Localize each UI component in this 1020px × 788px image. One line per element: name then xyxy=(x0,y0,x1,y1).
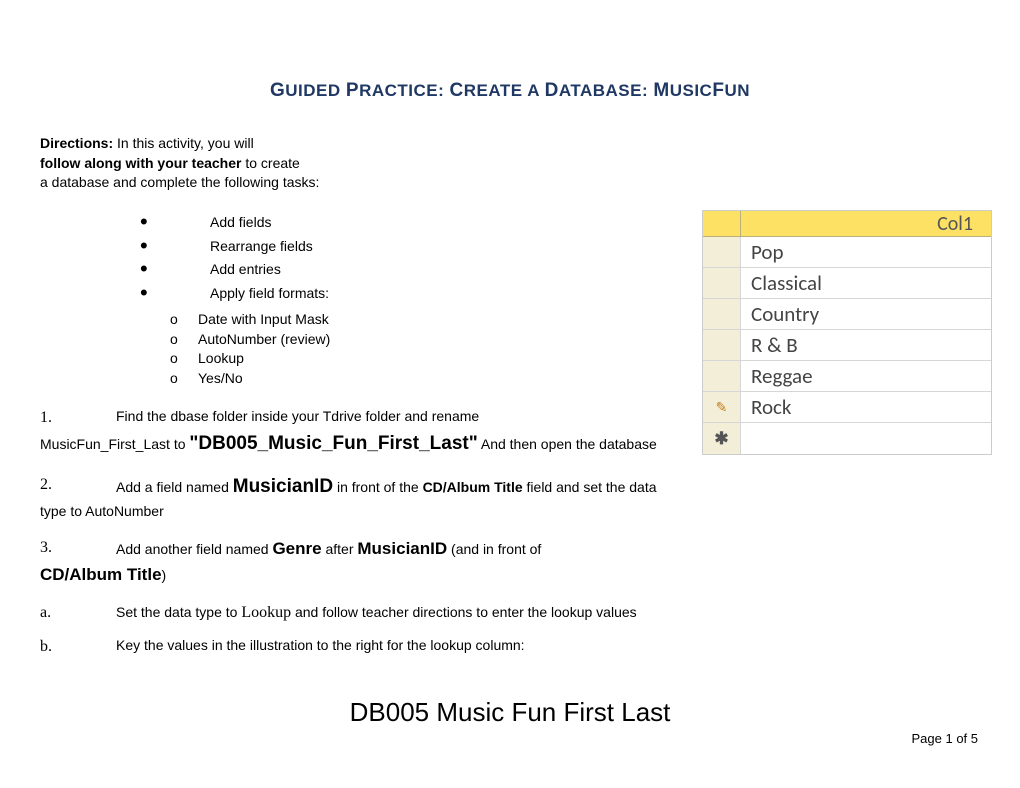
bullet-icon: • xyxy=(140,215,210,229)
bullet-text: Add fields xyxy=(210,211,271,235)
step-number: 1. xyxy=(40,406,116,430)
step-number: 3. xyxy=(40,536,116,560)
bullet-icon: • xyxy=(140,262,210,276)
step-3: 3.Add another field named Genre after Mu… xyxy=(40,536,680,587)
step-bold: CD/Album Title xyxy=(423,479,523,495)
step-bold: MusicianID xyxy=(233,476,333,497)
step-text: Add a field named xyxy=(116,479,233,495)
bullet-text: Rearrange fields xyxy=(210,235,313,259)
row-selector: ✎ xyxy=(703,392,741,422)
sub-text: Yes/No xyxy=(198,369,243,389)
table-row: Reggae xyxy=(703,361,991,392)
directions-line3: a database and complete the following ta… xyxy=(40,173,460,193)
bullet-text: Apply field formats: xyxy=(210,282,329,306)
step-text: And then open the database xyxy=(478,436,657,452)
bullet-icon: • xyxy=(140,239,210,253)
table-row: ✎ Rock xyxy=(703,392,991,423)
access-header-selector xyxy=(703,211,741,236)
sub-marker: o xyxy=(170,369,198,389)
step-letter: b. xyxy=(40,635,116,659)
sub-marker: o xyxy=(170,310,198,330)
directions-label: Directions: xyxy=(40,135,113,151)
table-row: R & B xyxy=(703,330,991,361)
table-cell: Country xyxy=(741,299,991,329)
sub-marker: o xyxy=(170,349,198,369)
step-letter: a. xyxy=(40,601,116,625)
step-text: Find the dbase folder inside your Tdrive… xyxy=(116,408,479,424)
step-number: 2. xyxy=(40,473,116,497)
sub-marker: o xyxy=(170,330,198,350)
step-bold: Genre xyxy=(272,539,321,558)
table-cell: Classical xyxy=(741,268,991,298)
step-text: in front of the xyxy=(333,479,423,495)
table-row: Pop xyxy=(703,237,991,268)
asterisk-icon: ✱ xyxy=(714,428,728,449)
step-a: a.Set the data type to Lookup and follow… xyxy=(40,601,680,625)
step-text: ) xyxy=(162,567,167,583)
table-cell: Pop xyxy=(741,237,991,267)
table-cell: Rock xyxy=(741,392,991,422)
sub-text: AutoNumber (review) xyxy=(198,330,330,350)
footer-title: DB005 Music Fun First Last xyxy=(0,697,1020,728)
table-cell xyxy=(741,423,991,454)
table-row-new: ✱ xyxy=(703,423,991,454)
directions-line1: In this activity, you will xyxy=(113,135,254,151)
step-text: after xyxy=(322,541,358,557)
step-text: (and in front of xyxy=(447,541,541,557)
bullet-icon: • xyxy=(140,286,210,300)
table-row: Classical xyxy=(703,268,991,299)
pencil-icon: ✎ xyxy=(716,399,728,416)
access-header-row: Col1 xyxy=(703,211,991,237)
step-text: Key the values in the illustration to th… xyxy=(116,637,525,653)
row-selector xyxy=(703,361,741,391)
table-cell: R & B xyxy=(741,330,991,360)
bullet-text: Add entries xyxy=(210,258,281,282)
directions-bold: follow along with your teacher xyxy=(40,155,241,171)
page-number: Page 1 of 5 xyxy=(912,731,979,746)
directions-block: Directions: In this activity, you will f… xyxy=(40,134,460,193)
sub-text: Lookup xyxy=(198,349,244,369)
step-bold: MusicianID xyxy=(357,539,447,558)
step-text: MusicFun_First_Last to xyxy=(40,436,189,452)
step-1: 1.Find the dbase folder inside your Tdri… xyxy=(40,406,680,459)
row-selector: ✱ xyxy=(703,423,741,454)
directions-line2-rest: to create xyxy=(241,155,299,171)
row-selector xyxy=(703,237,741,267)
row-selector xyxy=(703,268,741,298)
step-serif: Lookup xyxy=(241,604,291,621)
table-row: Country xyxy=(703,299,991,330)
step-b: b.Key the values in the illustration to … xyxy=(40,635,680,659)
table-cell: Reggae xyxy=(741,361,991,391)
step-text: and follow teacher directions to enter t… xyxy=(291,604,637,620)
step-bold: CD/Album Title xyxy=(40,565,162,584)
sub-text: Date with Input Mask xyxy=(198,310,329,330)
step-2: 2.Add a field named MusicianID in front … xyxy=(40,473,680,523)
row-selector xyxy=(703,330,741,360)
access-lookup-illustration: Col1 PopClassicalCountryR & BReggae ✎ Rock… xyxy=(702,210,992,455)
step-text: Add another field named xyxy=(116,541,272,557)
doc-title: GUIDED PRACTICE: CREATE A DATABASE: MUSI… xyxy=(40,80,980,102)
access-header-col: Col1 xyxy=(741,211,991,236)
row-selector xyxy=(703,299,741,329)
step-bold: "DB005_Music_Fun_First_Last" xyxy=(189,433,477,454)
step-text: Set the data type to xyxy=(116,604,241,620)
